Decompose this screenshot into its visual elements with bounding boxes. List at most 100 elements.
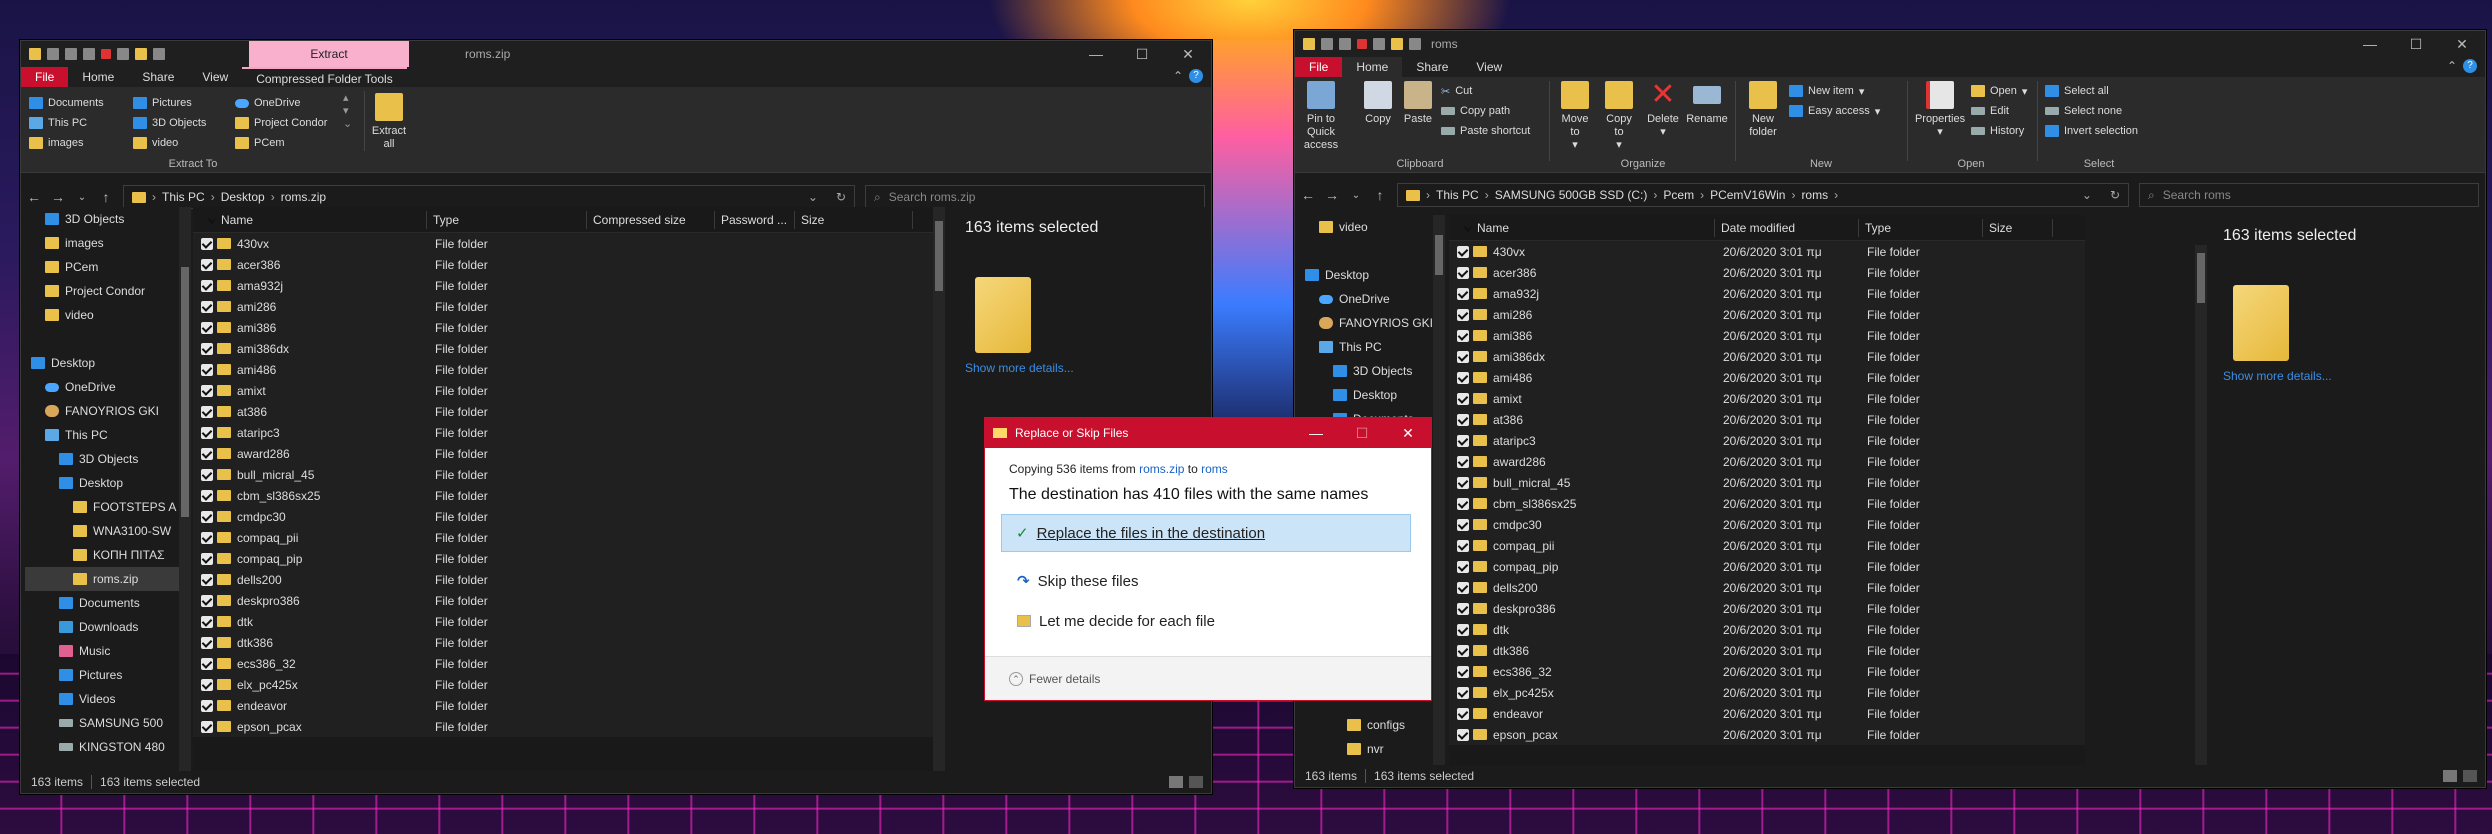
column-header-size[interactable]: Size (1983, 218, 2053, 237)
file-row[interactable]: endeavor File folder (193, 695, 933, 716)
minimize-button[interactable]: — (1073, 41, 1119, 67)
breadcrumb-item[interactable]: roms.zip (281, 190, 326, 204)
tab-view[interactable]: View (188, 67, 242, 87)
column-header-type[interactable]: Type (427, 210, 587, 229)
nav-item[interactable]: Documents (25, 591, 179, 615)
nav-item[interactable]: roms.zip (25, 567, 179, 591)
paste-button[interactable]: Paste (1401, 81, 1435, 126)
nav-item[interactable]: Desktop (1299, 383, 1433, 407)
row-checkbox[interactable] (1457, 308, 1469, 321)
row-checkbox[interactable] (1457, 476, 1469, 489)
dialog-minimize-button[interactable]: — (1293, 418, 1339, 448)
row-checkbox[interactable] (1457, 413, 1469, 426)
destination-link[interactable]: roms (1201, 462, 1228, 476)
help-icon[interactable]: ? (1189, 69, 1203, 83)
copy-to-button[interactable]: Copy to ▾ (1601, 81, 1637, 152)
back-arrow-icon[interactable]: ← (1301, 187, 1315, 203)
file-row[interactable]: compaq_pii 20/6/2020 3:01 πμ File folder (1449, 535, 2085, 556)
column-header-date-modified[interactable]: Date modified (1715, 218, 1859, 237)
extract-to-pcem[interactable]: PCem (235, 133, 327, 153)
paste-shortcut-button[interactable]: Paste shortcut (1441, 121, 1530, 141)
history-button[interactable]: History (1971, 121, 2027, 141)
file-row[interactable]: ama932j 20/6/2020 3:01 πμ File folder (1449, 283, 2085, 304)
file-row[interactable]: bull_micral_45 20/6/2020 3:01 πμ File fold… (1449, 472, 2085, 493)
file-row[interactable]: dells200 20/6/2020 3:01 πμ File folder (1449, 577, 2085, 598)
row-checkbox[interactable] (201, 636, 213, 649)
extract-to-documents[interactable]: Documents (29, 93, 104, 113)
row-checkbox[interactable] (1457, 581, 1469, 594)
address-box[interactable]: › This PC › Desktop › roms.zip ⌄ ↻ (123, 185, 855, 209)
extract-to-this-pc[interactable]: This PC (29, 113, 104, 133)
file-row[interactable]: 430vx 20/6/2020 3:01 πμ File folder (1449, 241, 2085, 262)
refresh-icon[interactable]: ↻ (836, 190, 846, 204)
row-checkbox[interactable] (201, 552, 213, 565)
decide-each-file-option[interactable]: Let me decide for each file (1009, 602, 1407, 640)
address-dropdown-icon[interactable]: ⌄ (808, 190, 818, 204)
maximize-button[interactable]: ☐ (2393, 31, 2439, 57)
file-row[interactable]: dtk File folder (193, 611, 933, 632)
nav-item[interactable]: FOOTSTEPS A (25, 495, 179, 519)
row-checkbox[interactable] (201, 300, 213, 313)
nav-item[interactable]: OneDrive (1299, 287, 1433, 311)
recent-dropdown-icon[interactable]: ⌄ (75, 192, 89, 203)
fewer-details-toggle[interactable]: ⌃ Fewer details (985, 656, 1431, 700)
extract-to-project-condor[interactable]: Project Condor (235, 113, 327, 133)
nav-item[interactable]: This PC (25, 423, 179, 447)
checkmark-icon[interactable] (117, 48, 129, 60)
extract-to-onedrive[interactable]: OneDrive (235, 93, 327, 113)
nav-item[interactable]: Pictures (25, 663, 179, 687)
tab-file[interactable]: File (1295, 57, 1343, 77)
source-link[interactable]: roms.zip (1139, 462, 1184, 476)
search-input[interactable]: ⌕ Search roms.zip (865, 185, 1205, 209)
open-button[interactable]: Open ▾ (1971, 81, 2027, 101)
column-header-name[interactable]: Name (215, 210, 427, 229)
nav-item[interactable]: 3D Objects (25, 447, 179, 471)
delete-icon[interactable] (1357, 39, 1367, 49)
easy-access-button[interactable]: Easy access ▾ (1789, 101, 1880, 121)
details-view-icon[interactable] (2443, 770, 2457, 782)
collapse-ribbon-icon[interactable]: ⌃ (2447, 59, 2457, 73)
file-row[interactable]: elx_pc425x File folder (193, 674, 933, 695)
new-folder-icon[interactable] (135, 48, 147, 60)
row-checkbox[interactable] (1457, 560, 1469, 573)
row-checkbox[interactable] (201, 363, 213, 376)
tab-view[interactable]: View (1462, 57, 1516, 77)
forward-arrow-icon[interactable]: → (1325, 187, 1339, 203)
column-header-compressed-size[interactable]: Compressed size (587, 210, 715, 229)
checkmark-icon[interactable] (1373, 38, 1385, 50)
address-box[interactable]: › This PC › SAMSUNG 500GB SSD (C:) › Pce… (1397, 183, 2129, 207)
row-checkbox[interactable] (1457, 392, 1469, 405)
column-header-name[interactable]: Name (1471, 218, 1715, 237)
row-checkbox[interactable] (1457, 707, 1469, 720)
row-checkbox[interactable] (201, 510, 213, 523)
file-row[interactable]: award286 20/6/2020 3:01 πμ File folder (1449, 451, 2085, 472)
skip-files-option[interactable]: ↷ Skip these files (1009, 562, 1407, 600)
row-checkbox[interactable] (1457, 602, 1469, 615)
new-item-button[interactable]: New item ▾ (1789, 81, 1880, 101)
invert-selection-button[interactable]: Invert selection (2045, 121, 2138, 141)
close-button[interactable]: ✕ (2439, 31, 2485, 57)
row-checkbox[interactable] (201, 615, 213, 628)
tab-share[interactable]: Share (128, 67, 188, 87)
nav-item[interactable]: 3D Objects (25, 207, 179, 231)
row-checkbox[interactable] (201, 426, 213, 439)
rename-button[interactable]: Rename (1686, 81, 1728, 126)
rename-icon[interactable] (1409, 38, 1421, 50)
nav-item[interactable]: video (25, 303, 179, 327)
row-checkbox[interactable] (201, 342, 213, 355)
file-row[interactable]: 430vx File folder (193, 233, 933, 254)
extract-to-scroll[interactable]: ▴ ▾ ⌄ (343, 91, 352, 130)
row-checkbox[interactable] (1457, 539, 1469, 552)
file-row[interactable]: cmdpc30 File folder (193, 506, 933, 527)
breadcrumb-item[interactable]: This PC (1436, 188, 1479, 202)
row-checkbox[interactable] (1457, 686, 1469, 699)
file-row[interactable]: ami486 File folder (193, 359, 933, 380)
row-checkbox[interactable] (201, 531, 213, 544)
row-checkbox[interactable] (201, 699, 213, 712)
file-row[interactable]: ami486 20/6/2020 3:01 πμ File folder (1449, 367, 2085, 388)
file-row[interactable]: ecs386_32 File folder (193, 653, 933, 674)
nav-item[interactable]: Project Condor (25, 279, 179, 303)
nav-item[interactable]: OneDrive (25, 375, 179, 399)
extract-to-images[interactable]: images (29, 133, 104, 153)
row-checkbox[interactable] (201, 237, 213, 250)
